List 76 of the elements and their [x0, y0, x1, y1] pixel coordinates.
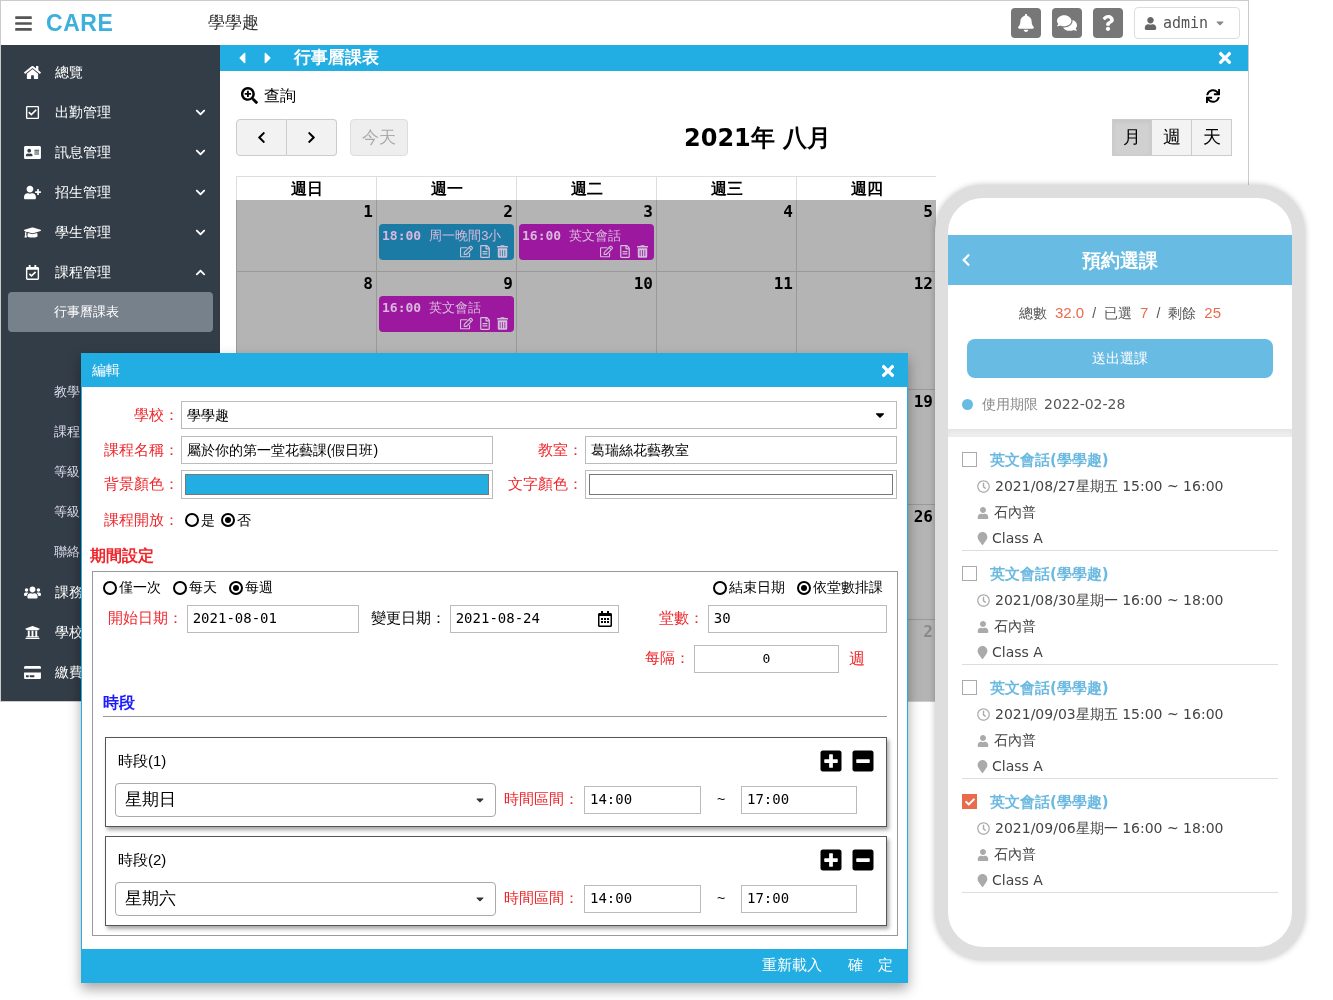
phone-title: 預約選課: [1082, 247, 1158, 273]
validity-label: 使用期限: [982, 394, 1038, 414]
slot-title: 時段(1): [118, 750, 167, 771]
school-name: 學學趣: [208, 12, 260, 35]
event-title: 英文會話: [429, 298, 482, 317]
course-room: Class A: [992, 529, 1043, 548]
day-number: 19: [913, 390, 934, 413]
day-number: 3: [643, 200, 654, 223]
event-time: 16:00: [382, 298, 422, 317]
brand-logo: CARE: [46, 8, 114, 38]
course-room: Class A: [992, 871, 1043, 890]
stat-label: 總數: [1019, 303, 1047, 323]
field-label: 背景顏色：: [102, 474, 179, 495]
dialog-title: 編輯: [92, 361, 120, 380]
course-time: 2021/08/30星期一 16:00 ~ 18:00: [995, 591, 1224, 610]
field-label: 文字顏色：: [506, 474, 583, 495]
stat-value: 7: [1140, 303, 1149, 323]
stat-value: 25: [1204, 303, 1221, 323]
course-teacher: 石內普: [994, 731, 1036, 750]
field-label: 開始日期：: [106, 608, 183, 629]
day-number: 26: [913, 505, 934, 528]
event-time: 16:00: [522, 226, 562, 245]
radio-label: 結束日期: [729, 578, 785, 597]
radio-label: 依堂數排課: [813, 578, 883, 597]
radio-label: 僅一次: [119, 578, 161, 597]
field-label: 課程名稱：: [102, 439, 179, 460]
day-number: 9: [503, 272, 514, 295]
course-time: 2021/09/03星期五 15:00 ~ 16:00: [995, 705, 1224, 724]
day-number: 10: [633, 272, 654, 295]
stat-label: 剩餘: [1168, 303, 1197, 323]
course-title: 英文會話(學學趣): [990, 791, 1109, 813]
separator: /: [1156, 303, 1161, 323]
field-label: 時間區間：: [504, 888, 579, 909]
course-room: Class A: [992, 757, 1043, 776]
field-label: 每隔：: [645, 648, 690, 669]
course-title: 英文會話(學學趣): [990, 563, 1109, 585]
separator: /: [1092, 303, 1097, 323]
course-teacher: 石內普: [994, 503, 1036, 522]
field-label: 變更日期：: [369, 608, 446, 629]
field-label: 時間區間：: [504, 789, 579, 810]
stat-value: 32.0: [1055, 303, 1085, 323]
event-title: 英文會話: [569, 226, 622, 245]
course-title: 英文會話(學學趣): [990, 677, 1109, 699]
slot-title: 時段(2): [118, 849, 167, 870]
validity-date: 2022-02-28: [1044, 394, 1126, 414]
calendar-title: 2021年 八月: [684, 122, 832, 154]
event-title: 周一晚間3小: [429, 226, 502, 245]
course-title: 英文會話(學學趣): [990, 449, 1109, 471]
day-number: 8: [363, 272, 374, 295]
radio-label: 是: [201, 510, 215, 530]
panel-title: 行事曆課表: [294, 47, 379, 69]
event-time: 18:00: [382, 226, 422, 245]
radio-label: 否: [237, 510, 251, 530]
unit-label: 週: [849, 648, 865, 669]
radio-label: 每天: [189, 578, 217, 597]
course-time: 2021/09/06星期一 16:00 ~ 18:00: [995, 819, 1224, 838]
field-label: 教室：: [536, 439, 583, 460]
day-number: 4: [783, 200, 794, 223]
day-number: 5: [923, 200, 934, 223]
course-teacher: 石內普: [994, 617, 1036, 636]
course-teacher: 石內普: [994, 845, 1036, 864]
field-label: 課程開放：: [103, 510, 179, 530]
field-label: 學校：: [132, 404, 179, 425]
day-number: 12: [913, 272, 934, 295]
section-title: 期間設定: [90, 545, 154, 566]
course-room: Class A: [992, 643, 1043, 662]
course-time: 2021/08/27星期五 15:00 ~ 16:00: [995, 477, 1224, 496]
day-number: 2: [503, 200, 514, 223]
radio-label: 每週: [245, 578, 273, 597]
range-separator: ~: [715, 889, 727, 908]
section-title: 時段: [103, 693, 135, 711]
field-label: 堂數：: [657, 608, 704, 629]
day-number: 11: [773, 272, 794, 295]
range-separator: ~: [715, 790, 727, 809]
day-number: 1: [363, 200, 374, 223]
stat-label: 已選: [1104, 303, 1133, 323]
